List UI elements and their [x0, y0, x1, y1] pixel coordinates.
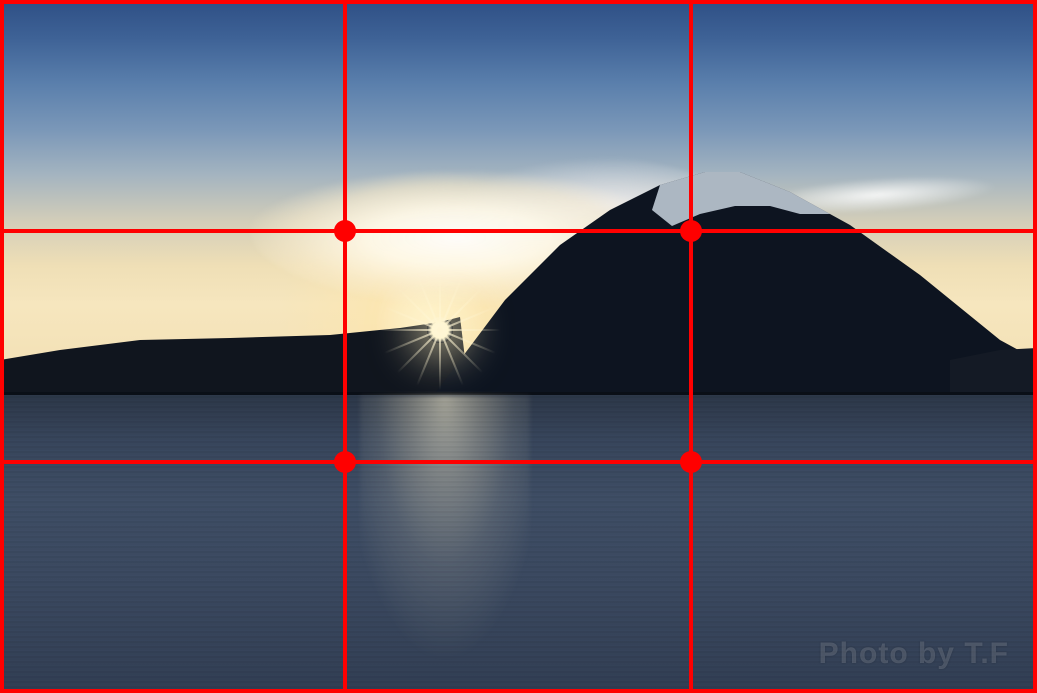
grid-intersection-bottom-left — [334, 451, 356, 473]
grid-line-horizontal-2 — [0, 460, 1037, 464]
grid-intersection-bottom-right — [680, 451, 702, 473]
grid-line-vertical-1 — [343, 0, 347, 693]
grid-line-horizontal-1 — [0, 229, 1037, 233]
grid-line-vertical-2 — [689, 0, 693, 693]
watermark-text: Photo by T.F — [819, 637, 1009, 671]
photo-scene: Photo by T.F — [0, 0, 1037, 693]
grid-intersection-top-left — [334, 220, 356, 242]
grid-intersection-top-right — [680, 220, 702, 242]
